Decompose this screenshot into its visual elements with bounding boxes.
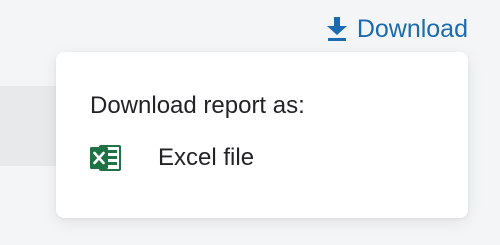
download-popover: Download report as: Excel file [56,52,468,218]
excel-icon [90,144,122,172]
page: Download Download report as: Excel file [0,0,500,245]
download-option-excel[interactable]: Excel file [90,144,254,172]
option-label: Excel file [158,144,255,171]
download-button[interactable]: Download [326,14,468,44]
download-label: Download [356,15,468,43]
download-arrow-icon [326,17,347,41]
popover-title: Download report as: [90,92,305,119]
